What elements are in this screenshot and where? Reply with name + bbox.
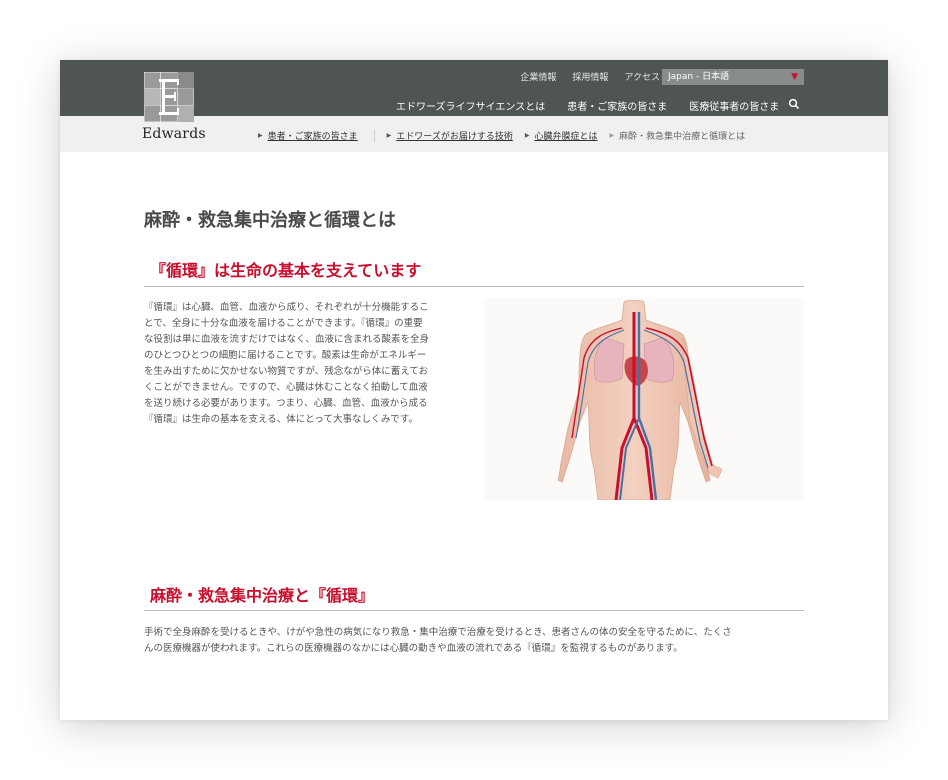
breadcrumb: ▶ 患者・ご家族の皆さま ▶ エドワーズがお届けする技術 ▶ 心臓弁膜症とは ▶… [258,129,757,142]
edwards-logo-mark [144,72,194,122]
body-line: 『循環』は心臓、血管、血液から成り、それぞれが十分機能するこ [144,302,429,313]
breadcrumb-item[interactable]: ▶ エドワーズがお届けする技術 [387,129,513,142]
body-line: くことができません。ですので、心臓は休むことなく拍動して血液 [144,382,428,393]
utility-nav: 企業情報 採用情報 アクセス [520,70,660,83]
breadcrumb-current: 麻酔・救急集中治療と循環とは [619,132,746,142]
breadcrumb-item-current: ▶ 麻酔・救急集中治療と循環とは [609,129,745,142]
logo-wordmark: Edwards [142,126,206,142]
anatomy-figure [557,300,723,501]
language-select[interactable]: Japan - 日本語 ▼ [662,69,804,85]
body-line: を送り続ける必要があります。つまり、心臓、血管、血液から成る [144,398,428,409]
triangle-right-icon: ▶ [609,132,615,139]
section-title-circulation: 『循環』は生命の基本を支えています [150,261,422,280]
page-title: 麻酔・救急集中治療と循環とは [144,210,396,231]
body-line: な役割は単に血液を流すだけではなく、血液に含まれる酸素を全身 [144,334,430,345]
body-line: とで、全身に十分な血液を届けることができます。『循環』の重要 [144,318,423,329]
breadcrumb-link-valve-disease[interactable]: 心臓弁膜症とは [534,129,597,142]
edwards-logo[interactable]: Edwards [142,72,206,144]
breadcrumb-link-technology[interactable]: エドワーズがお届けする技術 [396,129,513,142]
triangle-right-icon: ▶ [258,132,263,139]
section-body-circulation: 『循環』は心臓、血管、血液から成り、それぞれが十分機能するこ とで、全身に十分な… [144,300,464,428]
breadcrumb-item[interactable]: ▶ 心臓弁膜症とは [525,129,598,142]
main-nav: エドワーズライフサイエンスとは 患者・ご家族の皆さま 医療従事者の皆さま [396,98,779,113]
search-icon[interactable] [788,98,800,110]
util-link-careers[interactable]: 採用情報 [572,70,608,83]
nav-item-patients[interactable]: 患者・ご家族の皆さま [567,98,667,113]
util-link-access[interactable]: アクセス [624,70,660,83]
body-line: んの医療機器が使われます。これらの医療機器のなかには心臓の動きや血液の流れである… [144,643,683,654]
browser-page: 企業情報 採用情報 アクセス Japan - 日本語 ▼ エドワーズライフサイエ… [60,60,888,720]
body-line: 『循環』は生命の基本を支える、体にとって大事なしくみです。 [144,414,418,425]
breadcrumb-item[interactable]: ▶ 患者・ご家族の皆さま [258,129,358,142]
nav-item-about[interactable]: エドワーズライフサイエンスとは [396,98,545,113]
body-line: を生み出すために欠かせない物質ですが、残念ながら体に蓄えてお [144,366,429,377]
breadcrumb-link-patients[interactable]: 患者・ご家族の皆さま [268,129,358,142]
triangle-right-icon: ▶ [524,132,530,139]
circulatory-system-illustration [484,298,804,501]
section-divider [144,286,804,287]
breadcrumb-divider [373,129,375,142]
body-line: 手術で全身麻酔を受けるときや、けがや急性の病気になり救急・集中治療で治療を受ける… [144,627,732,638]
section-divider [144,610,804,611]
nav-item-professionals[interactable]: 医療従事者の皆さま [689,98,779,113]
body-line: のひとつひとつの細胞に届けることです。酸素は生命がエネルギー [144,350,427,361]
language-select-value: Japan - 日本語 [668,72,730,82]
triangle-right-icon: ▶ [386,132,392,139]
section-title-anesthesia: 麻酔・救急集中治療と『循環』 [150,586,375,605]
util-link-company[interactable]: 企業情報 [520,70,556,83]
chevron-down-icon: ▼ [791,72,798,82]
section-body-anesthesia: 手術で全身麻酔を受けるときや、けがや急性の病気になり救急・集中治療で治療を受ける… [144,625,804,657]
